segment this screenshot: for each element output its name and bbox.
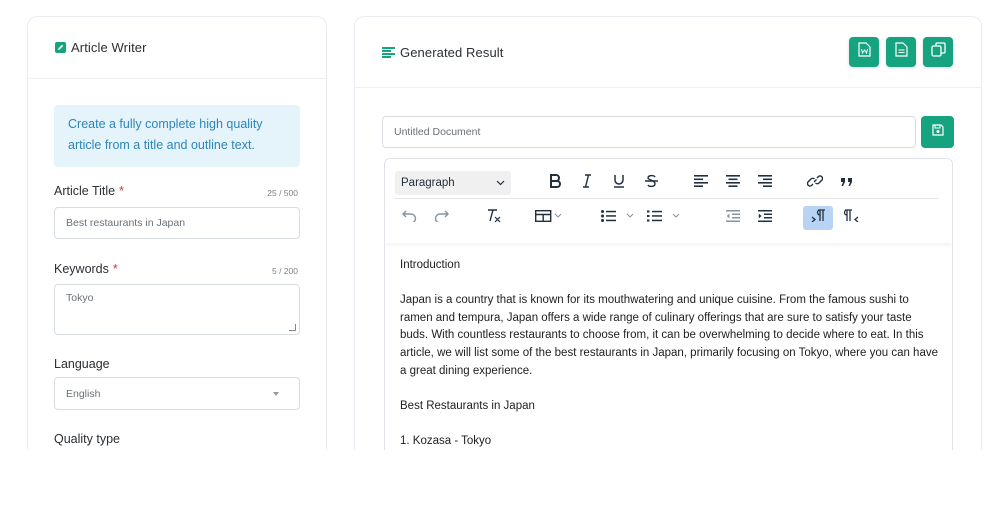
resize-handle[interactable] xyxy=(289,324,296,331)
article-title-counter: 25 / 500 xyxy=(267,188,298,198)
keywords-label-text: Keywords xyxy=(54,262,109,276)
blockquote-button[interactable] xyxy=(835,171,859,195)
bold-icon xyxy=(549,173,561,193)
bullet-list-icon xyxy=(601,209,637,227)
result-actions xyxy=(849,37,953,67)
align-left-button[interactable] xyxy=(689,171,713,195)
editor-content[interactable]: Introduction Japan is a country that is … xyxy=(400,257,940,468)
indent-button[interactable] xyxy=(753,206,777,230)
article-title-label-text: Article Title xyxy=(54,184,116,198)
copy-icon xyxy=(930,42,946,62)
generated-result-panel: Generated Result Untitled Document Parag… xyxy=(354,16,982,476)
language-label: Language xyxy=(54,357,110,371)
link-icon xyxy=(806,173,824,194)
language-select[interactable]: English xyxy=(54,377,300,410)
chevron-down-icon xyxy=(496,177,505,189)
panel-title: Article Writer xyxy=(71,40,147,55)
keywords-textarea[interactable]: Tokyo xyxy=(54,284,300,335)
underline-icon xyxy=(613,174,625,193)
content-paragraph: Best Restaurants in Japan xyxy=(400,399,535,412)
quality-type-label: Quality type xyxy=(54,432,121,446)
language-selected: English xyxy=(66,387,101,400)
toolbar-row-2 xyxy=(395,202,938,234)
align-center-icon xyxy=(726,174,740,192)
info-message: Create a fully complete high quality art… xyxy=(54,105,300,167)
clear-formatting-icon xyxy=(486,208,501,228)
strikethrough-icon xyxy=(644,174,658,193)
keywords-label: Keywords * xyxy=(54,262,118,276)
ltr-icon xyxy=(811,209,826,227)
outdent-button[interactable] xyxy=(721,206,745,230)
outdent-icon xyxy=(726,209,740,227)
export-text-button[interactable] xyxy=(886,37,916,67)
quote-icon xyxy=(840,174,854,192)
align-center-button[interactable] xyxy=(721,171,745,195)
bullet-list-button[interactable] xyxy=(599,206,639,230)
numbered-list-icon xyxy=(647,209,683,227)
strikethrough-button[interactable] xyxy=(639,171,663,195)
ltr-button[interactable] xyxy=(803,206,833,230)
content-paragraph: Introduction xyxy=(400,259,461,271)
content-paragraph: Japan is a country that is known for its… xyxy=(400,294,938,377)
align-left-icon xyxy=(694,174,708,192)
undo-button[interactable] xyxy=(397,206,421,230)
text-doc-icon xyxy=(894,42,908,62)
align-left-icon xyxy=(382,46,395,58)
save-icon xyxy=(931,123,944,141)
toolbar-row-1: Paragraph xyxy=(395,167,938,199)
required-mark: * xyxy=(119,184,125,198)
content-paragraph: 1. Kozasa - Tokyo xyxy=(400,434,492,447)
keywords-counter: 5 / 200 xyxy=(272,266,298,276)
page-bottom-area xyxy=(0,450,1000,509)
block-format-value: Paragraph xyxy=(401,177,455,189)
numbered-list-button[interactable] xyxy=(645,206,685,230)
align-right-icon xyxy=(758,174,772,192)
block-format-select[interactable]: Paragraph xyxy=(395,171,511,195)
redo-icon xyxy=(434,209,449,227)
clear-formatting-button[interactable] xyxy=(481,206,505,230)
copy-button[interactable] xyxy=(923,37,953,67)
redo-button[interactable] xyxy=(429,206,453,230)
chevron-down-icon xyxy=(273,392,279,396)
article-writer-panel: Article Writer Create a fully complete h… xyxy=(27,16,327,476)
article-title-input[interactable]: Best restaurants in Japan xyxy=(54,207,300,239)
keywords-value: Tokyo xyxy=(66,292,94,304)
link-button[interactable] xyxy=(803,171,827,195)
editor-toolbar: Paragraph xyxy=(385,159,952,243)
required-mark: * xyxy=(112,262,118,276)
article-writer-header: Article Writer xyxy=(28,17,326,79)
document-name-placeholder: Untitled Document xyxy=(394,126,481,138)
word-doc-icon xyxy=(857,42,871,62)
save-button[interactable] xyxy=(921,116,954,148)
table-button[interactable] xyxy=(531,206,567,230)
rich-text-editor: Paragraph Introduction Japan is a countr… xyxy=(384,158,953,475)
undo-icon xyxy=(401,209,417,227)
panel-title: Generated Result xyxy=(400,44,504,60)
article-title-label: Article Title * xyxy=(54,184,124,198)
export-word-button[interactable] xyxy=(849,37,879,67)
italic-icon xyxy=(582,173,592,193)
align-right-button[interactable] xyxy=(753,171,777,195)
underline-button[interactable] xyxy=(607,171,631,195)
rtl-button[interactable] xyxy=(839,206,863,230)
table-icon xyxy=(534,209,563,227)
bold-button[interactable] xyxy=(543,171,567,195)
indent-icon xyxy=(758,209,772,227)
pencil-icon xyxy=(55,42,66,53)
document-name-input[interactable]: Untitled Document xyxy=(382,116,916,148)
italic-button[interactable] xyxy=(575,171,599,195)
rtl-icon xyxy=(843,209,859,227)
